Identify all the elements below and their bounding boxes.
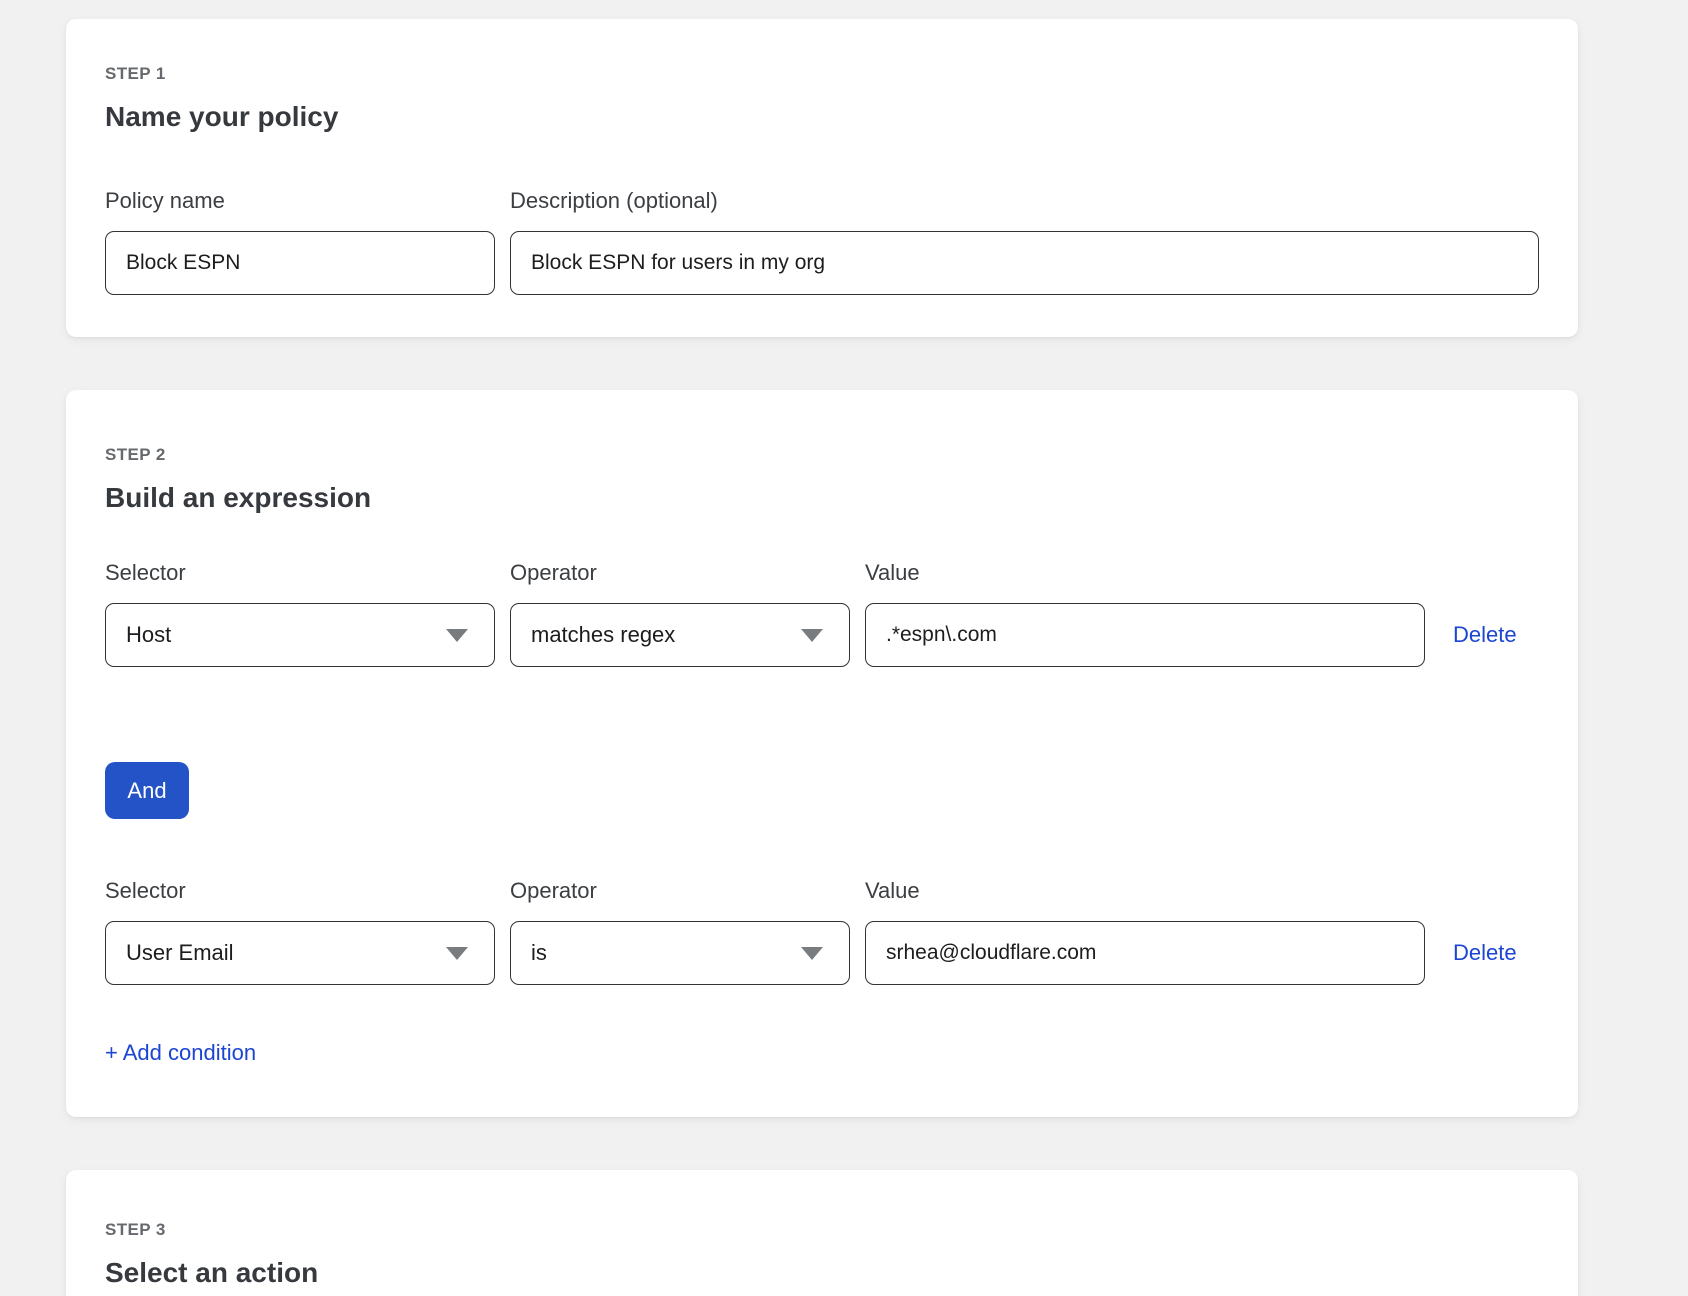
step1-card: STEP 1 Name your policy Policy name Desc…: [66, 19, 1578, 337]
operator-label: Operator: [510, 878, 850, 904]
description-input[interactable]: [510, 231, 1539, 295]
chevron-down-icon: [446, 629, 468, 642]
selector-label: Selector: [105, 560, 495, 586]
chevron-down-icon: [801, 947, 823, 960]
step1-label: STEP 1: [105, 64, 1539, 84]
operator-dropdown[interactable]: is: [510, 921, 850, 985]
operator-dropdown-value: is: [531, 940, 547, 966]
step1-title: Name your policy: [105, 100, 1539, 134]
chevron-down-icon: [446, 947, 468, 960]
value-label: Value: [865, 560, 1425, 586]
selector-dropdown[interactable]: User Email: [105, 921, 495, 985]
delete-condition-link[interactable]: Delete: [1453, 940, 1517, 966]
condition-row-1: Selector Host Operator matches regex Val…: [105, 560, 1539, 667]
chevron-down-icon: [801, 629, 823, 642]
operator-dropdown-value: matches regex: [531, 622, 675, 648]
delete-column: Delete: [1453, 921, 1517, 985]
step2-card: STEP 2 Build an expression Selector Host…: [66, 390, 1578, 1117]
condition-value-input[interactable]: [865, 921, 1425, 985]
add-condition-link[interactable]: + Add condition: [105, 1040, 256, 1065]
selector-field-group: Selector User Email: [105, 878, 495, 985]
delete-condition-link[interactable]: Delete: [1453, 622, 1517, 648]
condition-row-2: Selector User Email Operator is Value De…: [105, 878, 1539, 985]
operator-label: Operator: [510, 560, 850, 586]
selector-dropdown-value: Host: [126, 622, 171, 648]
selector-label: Selector: [105, 878, 495, 904]
policy-name-label: Policy name: [105, 188, 495, 214]
policy-builder-page: STEP 1 Name your policy Policy name Desc…: [0, 0, 1688, 1296]
value-field-group: Value: [865, 560, 1425, 667]
value-label: Value: [865, 878, 1425, 904]
and-connector-button[interactable]: And: [105, 762, 189, 819]
add-condition-row: + Add condition: [105, 1040, 1539, 1066]
selector-dropdown-value: User Email: [126, 940, 234, 966]
description-field-group: Description (optional): [510, 188, 1539, 295]
value-field-group: Value: [865, 878, 1425, 985]
step3-card: STEP 3 Select an action: [66, 1170, 1578, 1296]
operator-field-group: Operator matches regex: [510, 560, 850, 667]
description-label: Description (optional): [510, 188, 1539, 214]
operator-dropdown[interactable]: matches regex: [510, 603, 850, 667]
selector-field-group: Selector Host: [105, 560, 495, 667]
policy-name-field-group: Policy name: [105, 188, 495, 295]
step3-title: Select an action: [105, 1256, 1539, 1290]
delete-column: Delete: [1453, 603, 1517, 667]
selector-dropdown[interactable]: Host: [105, 603, 495, 667]
operator-field-group: Operator is: [510, 878, 850, 985]
condition-value-input[interactable]: [865, 603, 1425, 667]
policy-name-input[interactable]: [105, 231, 495, 295]
step1-form-row: Policy name Description (optional): [105, 188, 1539, 295]
step2-title: Build an expression: [105, 481, 1539, 515]
step3-label: STEP 3: [105, 1220, 1539, 1240]
step2-label: STEP 2: [105, 445, 1539, 465]
